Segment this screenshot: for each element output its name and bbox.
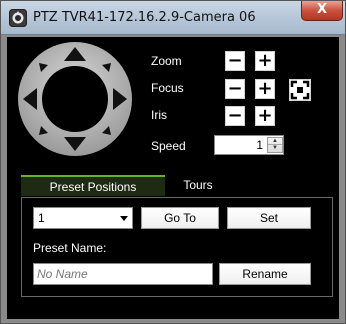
focus-far-button[interactable]: + bbox=[255, 79, 275, 99]
rename-button[interactable]: Rename bbox=[219, 263, 311, 285]
iris-label: Iris bbox=[151, 108, 167, 122]
preset-name-input[interactable] bbox=[33, 263, 213, 285]
close-icon: X bbox=[316, 2, 328, 17]
speed-value: 1 bbox=[256, 138, 263, 152]
ptz-window: PTZ TVR41-172.16.2.9-Camera 06 X Zoom Fo… bbox=[0, 0, 346, 324]
iris-open-button[interactable]: + bbox=[255, 106, 275, 126]
preset-select-value: 1 bbox=[38, 211, 45, 225]
camera-app-icon bbox=[9, 9, 27, 27]
zoom-label: Zoom bbox=[151, 54, 182, 68]
zoom-in-button[interactable]: + bbox=[255, 51, 275, 71]
focus-near-button[interactable]: − bbox=[225, 79, 245, 99]
spin-down-icon[interactable]: ▼ bbox=[268, 145, 282, 152]
ptz-joystick[interactable] bbox=[17, 41, 133, 157]
iris-close-button[interactable]: − bbox=[225, 106, 245, 126]
focus-label: Focus bbox=[151, 81, 184, 95]
preset-select[interactable]: 1 bbox=[33, 207, 133, 229]
speed-spinner[interactable]: ▲ ▼ bbox=[267, 137, 283, 153]
title-bar[interactable]: PTZ TVR41-172.16.2.9-Camera 06 X bbox=[1, 1, 345, 35]
close-button[interactable]: X bbox=[301, 1, 343, 21]
auto-focus-button[interactable] bbox=[289, 79, 311, 101]
go-to-button[interactable]: Go To bbox=[141, 207, 219, 229]
fit-focus-icon bbox=[290, 80, 310, 100]
tab-tours[interactable]: Tours bbox=[165, 175, 231, 196]
dropdown-arrow-icon bbox=[120, 216, 128, 221]
preset-name-label: Preset Name: bbox=[33, 241, 107, 255]
zoom-out-button[interactable]: − bbox=[225, 51, 245, 71]
set-button[interactable]: Set bbox=[227, 207, 311, 229]
speed-label: Speed bbox=[151, 139, 186, 153]
spin-up-icon[interactable]: ▲ bbox=[268, 138, 282, 145]
window-title: PTZ TVR41-172.16.2.9-Camera 06 bbox=[33, 10, 256, 25]
tab-preset-positions[interactable]: Preset Positions bbox=[21, 175, 165, 196]
speed-stepper[interactable]: 1 ▲ ▼ bbox=[214, 135, 284, 155]
